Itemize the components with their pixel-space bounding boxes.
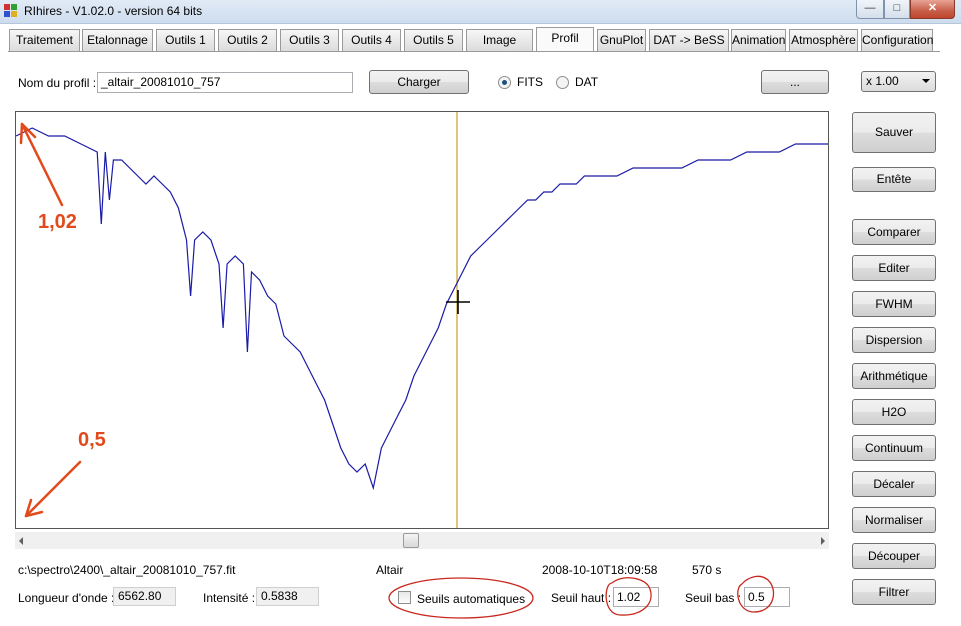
continuum-button[interactable]: Continuum — [852, 435, 936, 461]
intensity-label: Intensité : — [203, 591, 256, 605]
annotation-bottom-value: 0,5 — [78, 429, 106, 451]
high-threshold-label: Seuil haut : — [551, 591, 612, 605]
spectrum-svg — [16, 112, 828, 528]
profile-name-input[interactable]: _altair_20081010_757 — [97, 72, 353, 93]
low-threshold-input[interactable]: 0.5 — [744, 587, 790, 607]
tab-outils-4[interactable]: Outils 4 — [342, 29, 401, 51]
tab-divider — [8, 51, 940, 52]
exposure-time-text: 570 s — [692, 563, 722, 577]
arithmetic-button[interactable]: Arithmétique — [852, 363, 936, 389]
auto-thresholds-label: Seuils automatiques — [417, 592, 526, 606]
radio-dat-label: DAT — [575, 75, 599, 89]
file-path-text: c:\spectro\2400\_altair_20081010_757.fit — [18, 563, 236, 577]
observation-date-text: 2008-10-10T18:09:58 — [542, 563, 658, 577]
tab-animation[interactable]: Animation — [731, 29, 786, 51]
load-button[interactable]: Charger — [369, 70, 469, 94]
filter-button[interactable]: Filtrer — [852, 579, 936, 605]
tab-outils-2[interactable]: Outils 2 — [218, 29, 277, 51]
radio-fits-label: FITS — [517, 75, 543, 89]
spectrum-line — [16, 127, 828, 491]
plot-horizontal-scrollbar[interactable] — [15, 532, 829, 549]
profile-name-label: Nom du profil : — [18, 76, 97, 90]
dispersion-button[interactable]: Dispersion — [852, 327, 936, 353]
tab-configuration[interactable]: Configuration — [861, 29, 933, 51]
radio-dat[interactable] — [556, 76, 569, 89]
crosshair-icon — [446, 290, 470, 314]
annotation-top-value: 1,02 — [38, 211, 77, 233]
maximize-button[interactable]: □ — [884, 0, 910, 19]
radio-fits-dot — [502, 80, 507, 85]
tab-dat-bess[interactable]: DAT -> BeSS — [649, 29, 729, 51]
scroll-right-arrow-icon[interactable] — [821, 537, 825, 545]
browse-button[interactable]: ... — [761, 70, 829, 94]
fwhm-button[interactable]: FWHM — [852, 291, 936, 317]
tab-traitement[interactable]: Traitement — [9, 29, 80, 51]
scroll-left-arrow-icon[interactable] — [19, 537, 23, 545]
wavelength-value: 6562.80 — [113, 587, 176, 606]
high-threshold-input[interactable]: 1.02 — [613, 587, 659, 607]
header-button[interactable]: Entête — [852, 167, 936, 192]
tab-outils-5[interactable]: Outils 5 — [404, 29, 463, 51]
tab-outils-1[interactable]: Outils 1 — [156, 29, 215, 51]
window-title: RIhires - V1.02.0 - version 64 bits — [24, 4, 203, 18]
cut-button[interactable]: Découper — [852, 543, 936, 569]
chevron-down-icon — [922, 79, 930, 83]
object-name-text: Altair — [376, 563, 404, 577]
tab-image[interactable]: Image — [466, 29, 533, 51]
edit-button[interactable]: Editer — [852, 255, 936, 281]
title-bar: RIhires - V1.02.0 - version 64 bits — □ … — [0, 0, 961, 24]
save-button[interactable]: Sauver — [852, 112, 936, 153]
close-button[interactable]: ✕ — [910, 0, 955, 19]
tab-outils-3[interactable]: Outils 3 — [280, 29, 339, 51]
auto-thresholds-checkbox[interactable] — [398, 591, 411, 604]
tab-etalonnage[interactable]: Etalonnage — [82, 29, 153, 51]
zoom-select-value: x 1.00 — [866, 74, 899, 88]
h2o-button[interactable]: H2O — [852, 399, 936, 425]
shift-button[interactable]: Décaler — [852, 471, 936, 497]
spectrum-plot[interactable] — [15, 111, 829, 529]
minimize-button[interactable]: — — [856, 0, 884, 19]
tab-gnuplot[interactable]: GnuPlot — [597, 29, 646, 51]
scrollbar-thumb[interactable] — [403, 533, 419, 548]
low-threshold-label: Seuil bas : — [685, 591, 742, 605]
zoom-select[interactable]: x 1.00 — [861, 71, 936, 92]
radio-fits[interactable] — [498, 76, 511, 89]
wavelength-label: Longueur d'onde : — [18, 591, 115, 605]
tab-atmosphere[interactable]: Atmosphère — [789, 29, 858, 51]
compare-button[interactable]: Comparer — [852, 219, 936, 245]
normalize-button[interactable]: Normaliser — [852, 507, 936, 533]
intensity-value: 0.5838 — [256, 587, 319, 606]
tab-profil[interactable]: Profil — [536, 27, 594, 52]
app-icon — [4, 4, 18, 18]
